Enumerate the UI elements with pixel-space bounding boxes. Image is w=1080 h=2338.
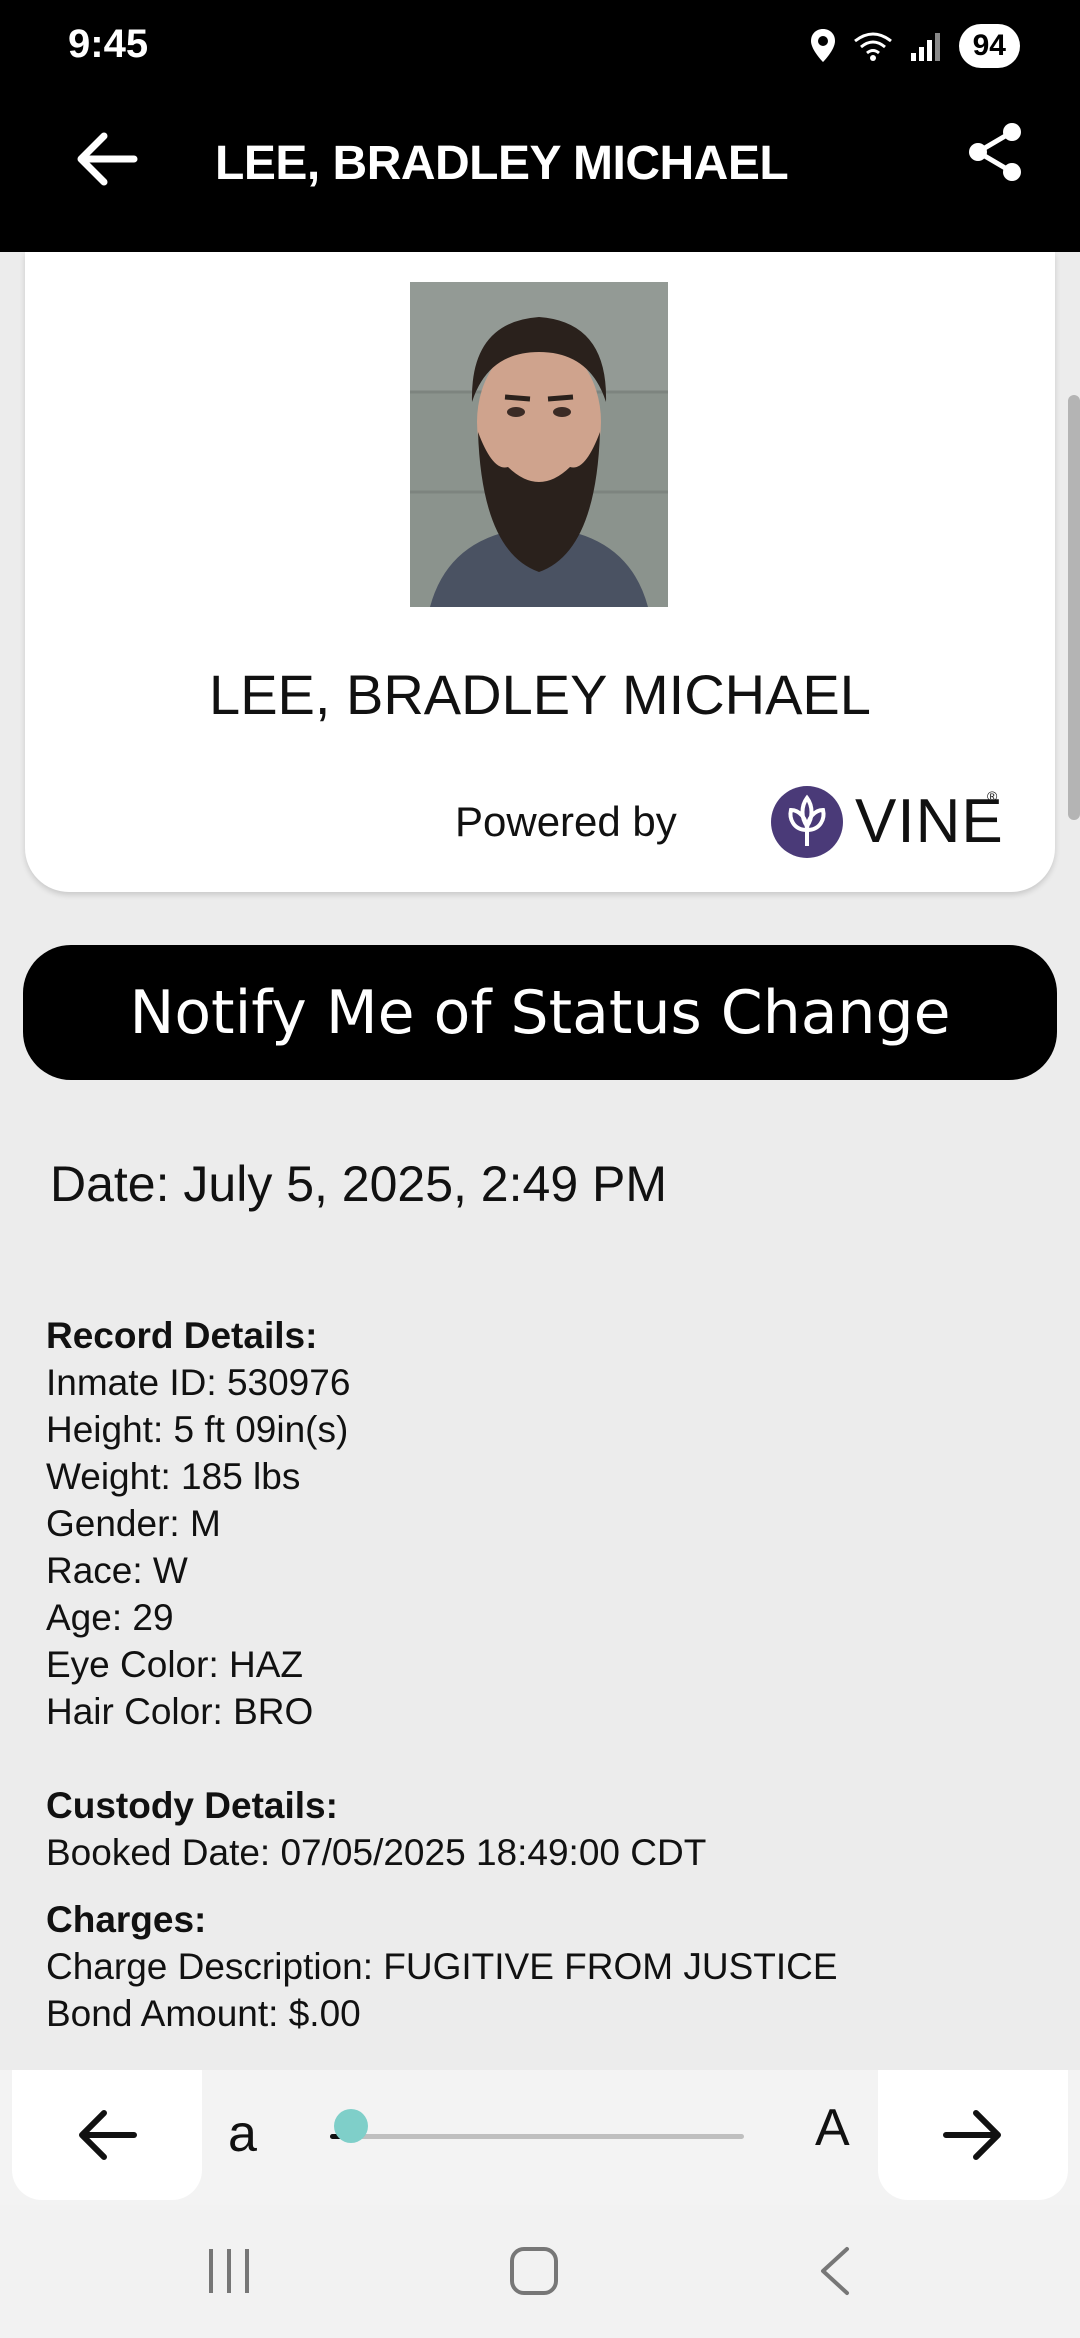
home-icon xyxy=(510,2247,558,2295)
chevron-left-icon xyxy=(821,2247,849,2295)
detail-line: Inmate ID: 530976 xyxy=(46,1362,351,1403)
status-time: 9:45 xyxy=(68,22,149,66)
detail-line: Eye Color: HAZ xyxy=(46,1644,304,1685)
detail-line: Hair Color: BRO xyxy=(46,1691,314,1732)
detail-line: Race: W xyxy=(46,1550,188,1591)
detail-line: Height: 5 ft 09in(s) xyxy=(46,1409,349,1450)
profile-card: LEE, BRADLEY MICHAEL Powered by VINE ® xyxy=(25,252,1055,892)
record-date: Date: July 5, 2025, 2:49 PM xyxy=(50,1156,668,1212)
powered-by-label: Powered by xyxy=(455,798,677,845)
text-size-slider-thumb[interactable] xyxy=(333,2109,368,2143)
status-icons: 94 xyxy=(809,22,1020,70)
charges-heading: Charges: xyxy=(46,1899,207,1940)
detail-line: Booked Date: 07/05/2025 18:49:00 CDT xyxy=(46,1832,707,1873)
text-size-small-label: a xyxy=(228,2105,257,2163)
home-button[interactable] xyxy=(508,2245,560,2302)
app-bar: LEE, BRADLEY MICHAEL xyxy=(0,90,1080,252)
scrollbar-thumb[interactable] xyxy=(1068,395,1080,820)
back-button[interactable] xyxy=(74,126,154,206)
record-details-heading: Record Details: xyxy=(46,1315,318,1356)
next-record-button[interactable] xyxy=(878,2070,1068,2200)
inmate-name: LEE, BRADLEY MICHAEL xyxy=(209,663,871,726)
text-size-slider-track[interactable] xyxy=(330,2134,744,2139)
details-section: Record Details: Inmate ID: 530976 Height… xyxy=(46,1312,1046,2037)
powered-by-row: Powered by VINE ® xyxy=(455,782,1015,862)
text-size-large-label: A xyxy=(815,2099,850,2157)
detail-line: Charge Description: FUGITIVE FROM JUSTIC… xyxy=(46,1946,838,1987)
share-icon xyxy=(969,123,1021,181)
page-title: LEE, BRADLEY MICHAEL xyxy=(215,137,789,190)
detail-line: Gender: M xyxy=(46,1503,221,1544)
vine-registered-mark: ® xyxy=(987,788,998,804)
system-nav-bar xyxy=(0,2205,1080,2338)
location-icon xyxy=(810,29,835,62)
previous-record-button[interactable] xyxy=(12,2070,202,2200)
status-bar: 9:45 94 xyxy=(0,0,1080,90)
signal-icon xyxy=(910,33,940,61)
arrow-left-icon xyxy=(77,132,138,186)
vine-logo-icon xyxy=(771,786,843,858)
notify-status-change-button[interactable]: Notify Me of Status Change xyxy=(23,945,1057,1080)
detail-line: Bond Amount: $.00 xyxy=(46,1993,361,2034)
detail-line: Age: 29 xyxy=(46,1597,174,1638)
vine-brand-text: VINE xyxy=(855,787,1004,856)
arrow-right-icon xyxy=(943,2110,1001,2160)
recent-apps-icon xyxy=(209,2249,249,2293)
arrow-left-icon xyxy=(79,2110,137,2160)
wifi-icon xyxy=(853,32,892,61)
mugshot-photo xyxy=(410,282,668,607)
share-button[interactable] xyxy=(964,120,1044,200)
battery-indicator: 94 xyxy=(958,24,1020,68)
recent-apps-button[interactable] xyxy=(205,2245,255,2302)
custody-details-heading: Custody Details: xyxy=(46,1785,338,1826)
detail-line: Weight: 185 lbs xyxy=(46,1456,301,1497)
system-back-button[interactable] xyxy=(815,2245,855,2302)
